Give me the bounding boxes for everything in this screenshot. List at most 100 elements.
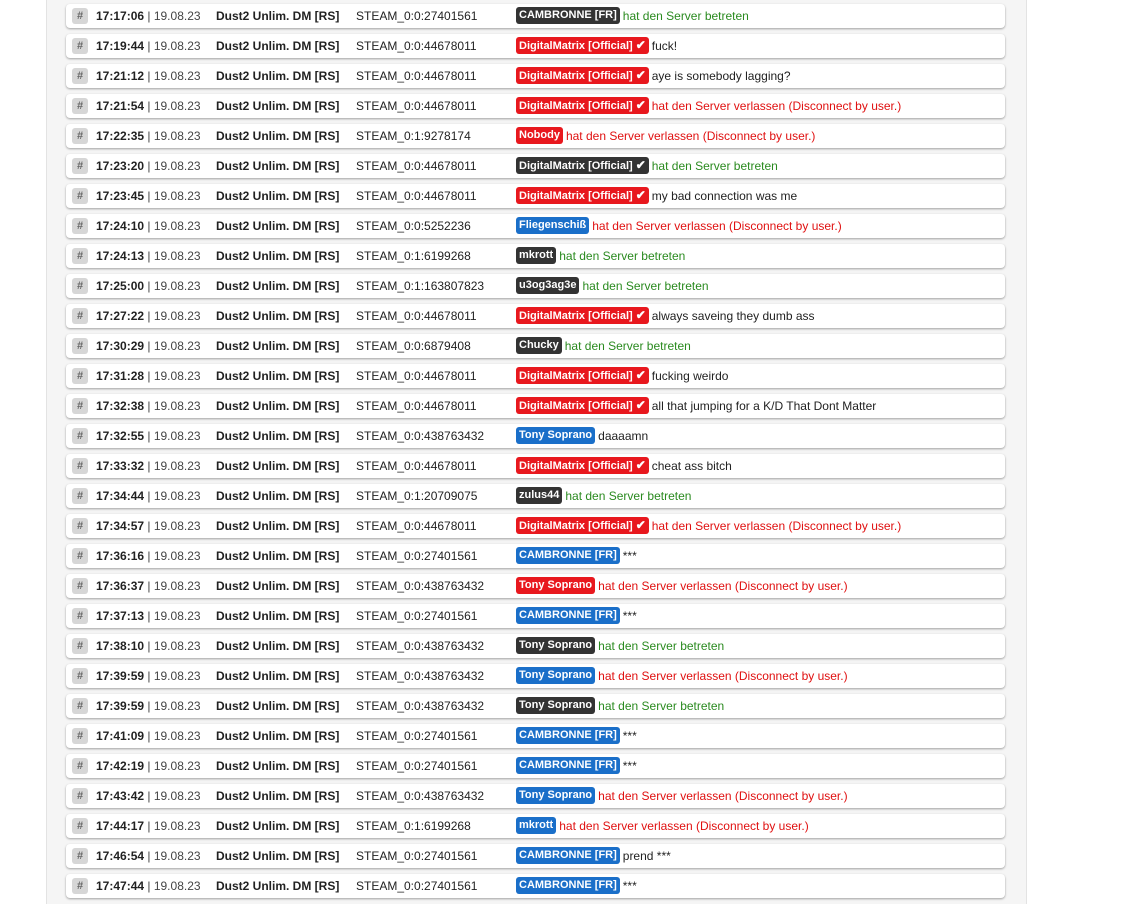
chat-log: # 17:17:06 | 19.08.23 Dust2 Unlim. DM [R… [66, 4, 1005, 904]
hash-icon[interactable]: # [72, 278, 88, 294]
player-name: Tony Soprano [519, 699, 593, 712]
player-badge[interactable]: CAMBRONNE [FR] [516, 547, 620, 565]
player-badge[interactable]: DigitalMatrix [Official] ✔ [516, 157, 649, 175]
player-badge[interactable]: mkrott [516, 247, 557, 265]
hash-icon[interactable]: # [72, 668, 88, 684]
hash-icon[interactable]: # [72, 848, 88, 864]
hash-icon[interactable]: # [72, 68, 88, 84]
message-text: hat den Server betreten [559, 249, 686, 263]
message-cell: DigitalMatrix [Official] ✔ hat den Server … [516, 514, 901, 538]
date-text: | 19.08.23 [144, 69, 201, 83]
player-badge[interactable]: Chucky [516, 337, 562, 355]
log-row: # 17:17:06 | 19.08.23 Dust2 Unlim. DM [R… [66, 4, 1005, 28]
hash-icon[interactable]: # [72, 188, 88, 204]
log-row: # 17:31:28 | 19.08.23 Dust2 Unlim. DM [R… [66, 364, 1005, 388]
player-name: zulus44 [519, 489, 560, 502]
player-badge[interactable]: Tony Soprano [516, 577, 596, 595]
player-badge[interactable]: CAMBRONNE [FR] [516, 607, 620, 625]
player-badge[interactable]: DigitalMatrix [Official] ✔ [516, 517, 649, 535]
player-badge[interactable]: zulus44 [516, 487, 563, 505]
hash-icon[interactable]: # [72, 248, 88, 264]
player-badge[interactable]: DigitalMatrix [Official] ✔ [516, 97, 649, 115]
steam-id: STEAM_0:0:44678011 [356, 519, 477, 533]
log-row: # 17:46:54 | 19.08.23 Dust2 Unlim. DM [R… [66, 844, 1005, 868]
steam-id: STEAM_0:0:27401561 [356, 729, 478, 743]
hash-icon[interactable]: # [72, 518, 88, 534]
player-badge[interactable]: DigitalMatrix [Official] ✔ [516, 367, 649, 385]
player-badge[interactable]: DigitalMatrix [Official] ✔ [516, 307, 649, 325]
hash-icon[interactable]: # [72, 638, 88, 654]
hash-icon[interactable]: # [72, 458, 88, 474]
player-badge[interactable]: Tony Soprano [516, 787, 596, 805]
message-cell: Fliegenschiß hat den Server verlassen (Di… [516, 214, 842, 238]
server-name: Dust2 Unlim. DM [RS] [216, 129, 340, 143]
message-cell: mkrott hat den Server verlassen (Disconne… [516, 814, 809, 838]
hash-icon[interactable]: # [72, 818, 88, 834]
time-text: 17:25:00 [96, 279, 145, 293]
time-text: 17:36:37 [96, 579, 145, 593]
timestamp: 17:33:32 | 19.08.23 [96, 454, 201, 478]
player-badge[interactable]: CAMBRONNE [FR] [516, 877, 620, 895]
player-badge[interactable]: DigitalMatrix [Official] ✔ [516, 187, 649, 205]
message-text: fuck! [651, 39, 678, 53]
hash-icon[interactable]: # [72, 608, 88, 624]
player-name: DigitalMatrix [Official] [519, 100, 633, 113]
hash-icon[interactable]: # [72, 578, 88, 594]
date-text: | 19.08.23 [144, 879, 201, 893]
player-badge[interactable]: DigitalMatrix [Official] ✔ [516, 457, 649, 475]
log-row: # 17:38:10 | 19.08.23 Dust2 Unlim. DM [R… [66, 634, 1005, 658]
hash-icon[interactable]: # [72, 548, 88, 564]
hash-icon[interactable]: # [72, 158, 88, 174]
steam-id: STEAM_0:0:44678011 [356, 159, 477, 173]
message-text: hat den Server verlassen (Disconnect by … [598, 789, 848, 803]
hash-icon[interactable]: # [72, 878, 88, 894]
hash-icon[interactable]: # [72, 308, 88, 324]
hash-icon[interactable]: # [72, 428, 88, 444]
hash-icon[interactable]: # [72, 128, 88, 144]
log-row: # 17:41:09 | 19.08.23 Dust2 Unlim. DM [R… [66, 724, 1005, 748]
player-badge[interactable]: CAMBRONNE [FR] [516, 727, 620, 745]
hash-icon[interactable]: # [72, 728, 88, 744]
player-badge[interactable]: u3og3ag3e [516, 277, 580, 295]
server-name: Dust2 Unlim. DM [RS] [216, 669, 340, 683]
date-text: | 19.08.23 [144, 99, 201, 113]
hash-icon[interactable]: # [72, 698, 88, 714]
player-badge[interactable]: Tony Soprano [516, 697, 596, 715]
hash-icon[interactable]: # [72, 218, 88, 234]
date-text: | 19.08.23 [144, 9, 201, 23]
player-badge[interactable]: DigitalMatrix [Official] ✔ [516, 397, 649, 415]
player-name: u3og3ag3e [519, 279, 577, 292]
steam-id: STEAM_0:0:44678011 [356, 369, 477, 383]
player-badge[interactable]: Tony Soprano [516, 667, 596, 685]
steam-id: STEAM_0:0:44678011 [356, 189, 477, 203]
hash-icon[interactable]: # [72, 98, 88, 114]
message-cell: CAMBRONNE [FR] hat den Server betreten [516, 4, 749, 28]
player-badge[interactable]: Nobody [516, 127, 563, 145]
hash-icon[interactable]: # [72, 758, 88, 774]
time-text: 17:37:13 [96, 609, 145, 623]
date-text: | 19.08.23 [144, 519, 201, 533]
player-badge[interactable]: Tony Soprano [516, 427, 596, 445]
hash-icon[interactable]: # [72, 38, 88, 54]
player-badge[interactable]: CAMBRONNE [FR] [516, 757, 620, 775]
player-name: DigitalMatrix [Official] [519, 400, 633, 413]
log-row: # 17:39:59 | 19.08.23 Dust2 Unlim. DM [R… [66, 694, 1005, 718]
player-badge[interactable]: Fliegenschiß [516, 217, 590, 235]
player-badge[interactable]: DigitalMatrix [Official] ✔ [516, 37, 649, 55]
hash-icon[interactable]: # [72, 368, 88, 384]
player-badge[interactable]: CAMBRONNE [FR] [516, 7, 620, 25]
message-cell: CAMBRONNE [FR] *** [516, 544, 637, 568]
hash-icon[interactable]: # [72, 8, 88, 24]
time-text: 17:32:55 [96, 429, 145, 443]
player-badge[interactable]: DigitalMatrix [Official] ✔ [516, 67, 649, 85]
player-badge[interactable]: CAMBRONNE [FR] [516, 847, 620, 865]
timestamp: 17:39:59 | 19.08.23 [96, 664, 201, 688]
server-name: Dust2 Unlim. DM [RS] [216, 819, 340, 833]
player-badge[interactable]: Tony Soprano [516, 637, 596, 655]
player-badge[interactable]: mkrott [516, 817, 557, 835]
hash-icon[interactable]: # [72, 398, 88, 414]
hash-icon[interactable]: # [72, 338, 88, 354]
hash-icon[interactable]: # [72, 488, 88, 504]
hash-icon[interactable]: # [72, 788, 88, 804]
player-name: DigitalMatrix [Official] [519, 160, 633, 173]
